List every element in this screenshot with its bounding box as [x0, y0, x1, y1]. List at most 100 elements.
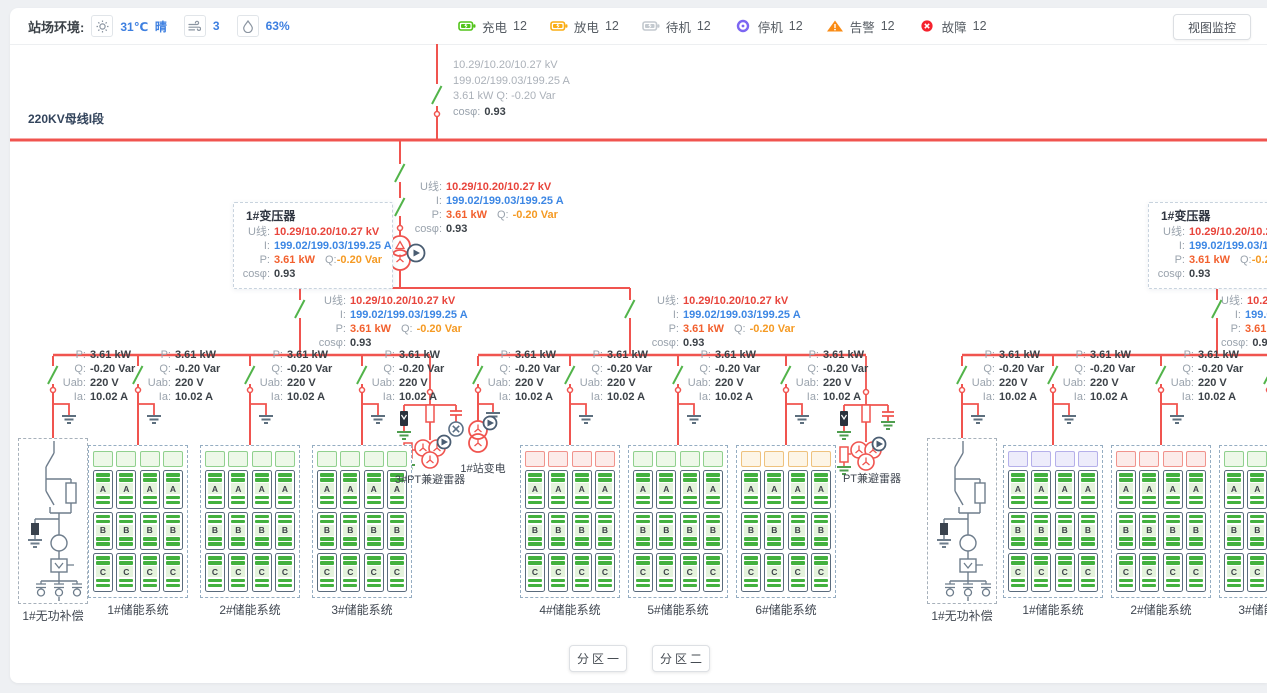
battery-module[interactable]: B: [252, 512, 272, 551]
storage-system[interactable]: ABCABCABCABC: [736, 445, 836, 598]
battery-module[interactable]: B: [811, 512, 831, 551]
battery-module[interactable]: C: [1116, 553, 1136, 592]
battery-module[interactable]: C: [317, 553, 337, 592]
battery-module[interactable]: A: [275, 470, 295, 509]
battery-module[interactable]: B: [1224, 512, 1244, 551]
battery-module[interactable]: B: [140, 512, 160, 551]
storage-system[interactable]: ABCABCABCABC: [628, 445, 728, 598]
battery-module[interactable]: C: [140, 553, 160, 592]
battery-module[interactable]: C: [811, 553, 831, 592]
battery-module[interactable]: C: [116, 553, 136, 592]
battery-module[interactable]: C: [93, 553, 113, 592]
battery-module[interactable]: C: [1031, 553, 1051, 592]
battery-module[interactable]: A: [1008, 470, 1028, 509]
reactive-compensation-box[interactable]: [18, 438, 88, 604]
view-monitor-button[interactable]: 视图监控: [1173, 14, 1251, 40]
zone-button-2[interactable]: 分区二: [652, 645, 710, 672]
battery-module[interactable]: B: [275, 512, 295, 551]
battery-module[interactable]: B: [1247, 512, 1267, 551]
battery-module[interactable]: A: [252, 470, 272, 509]
battery-module[interactable]: A: [228, 470, 248, 509]
battery-module[interactable]: C: [1247, 553, 1267, 592]
battery-module[interactable]: A: [93, 470, 113, 509]
battery-module[interactable]: B: [548, 512, 568, 551]
battery-module[interactable]: B: [163, 512, 183, 551]
battery-module[interactable]: A: [1139, 470, 1159, 509]
battery-module[interactable]: A: [656, 470, 676, 509]
battery-module[interactable]: B: [741, 512, 761, 551]
battery-module[interactable]: A: [548, 470, 568, 509]
battery-module[interactable]: A: [1224, 470, 1244, 509]
battery-module[interactable]: C: [275, 553, 295, 592]
battery-module[interactable]: B: [703, 512, 723, 551]
battery-module[interactable]: A: [205, 470, 225, 509]
battery-module[interactable]: B: [205, 512, 225, 551]
battery-module[interactable]: A: [163, 470, 183, 509]
battery-module[interactable]: B: [656, 512, 676, 551]
battery-module[interactable]: B: [1031, 512, 1051, 551]
zone-button-1[interactable]: 分区一: [569, 645, 627, 672]
battery-module[interactable]: C: [1008, 553, 1028, 592]
battery-module[interactable]: C: [228, 553, 248, 592]
battery-module[interactable]: C: [163, 553, 183, 592]
battery-module[interactable]: B: [764, 512, 784, 551]
battery-module[interactable]: C: [548, 553, 568, 592]
battery-module[interactable]: A: [680, 470, 700, 509]
battery-module[interactable]: C: [252, 553, 272, 592]
battery-module[interactable]: B: [317, 512, 337, 551]
battery-module[interactable]: A: [741, 470, 761, 509]
battery-module[interactable]: C: [1055, 553, 1075, 592]
battery-module[interactable]: B: [93, 512, 113, 551]
battery-module[interactable]: B: [633, 512, 653, 551]
battery-module[interactable]: C: [1163, 553, 1183, 592]
storage-system[interactable]: ABCABCABCABC: [200, 445, 300, 598]
battery-module[interactable]: C: [1224, 553, 1244, 592]
battery-module[interactable]: B: [228, 512, 248, 551]
battery-module[interactable]: B: [1163, 512, 1183, 551]
battery-module[interactable]: C: [741, 553, 761, 592]
battery-module[interactable]: A: [116, 470, 136, 509]
battery-module[interactable]: C: [387, 553, 407, 592]
battery-module[interactable]: A: [340, 470, 360, 509]
battery-module[interactable]: C: [364, 553, 384, 592]
battery-module[interactable]: C: [633, 553, 653, 592]
battery-module[interactable]: B: [595, 512, 615, 551]
battery-module[interactable]: C: [1186, 553, 1206, 592]
battery-module[interactable]: A: [1163, 470, 1183, 509]
battery-module[interactable]: A: [317, 470, 337, 509]
battery-module[interactable]: A: [572, 470, 592, 509]
battery-module[interactable]: A: [1055, 470, 1075, 509]
battery-module[interactable]: B: [1186, 512, 1206, 551]
battery-module[interactable]: A: [1247, 470, 1267, 509]
battery-module[interactable]: A: [140, 470, 160, 509]
battery-module[interactable]: C: [205, 553, 225, 592]
battery-module[interactable]: A: [1078, 470, 1098, 509]
storage-system[interactable]: ABCABCABCABC: [312, 445, 412, 598]
storage-system[interactable]: ABCABCABCABC: [88, 445, 188, 598]
battery-module[interactable]: B: [1078, 512, 1098, 551]
battery-module[interactable]: B: [116, 512, 136, 551]
battery-module[interactable]: B: [680, 512, 700, 551]
battery-module[interactable]: C: [595, 553, 615, 592]
battery-module[interactable]: C: [572, 553, 592, 592]
battery-module[interactable]: B: [572, 512, 592, 551]
storage-system[interactable]: ABCABCABCABC: [1219, 445, 1267, 598]
battery-module[interactable]: C: [340, 553, 360, 592]
battery-module[interactable]: B: [788, 512, 808, 551]
battery-module[interactable]: A: [595, 470, 615, 509]
battery-module[interactable]: B: [340, 512, 360, 551]
battery-module[interactable]: A: [1186, 470, 1206, 509]
battery-module[interactable]: B: [1139, 512, 1159, 551]
battery-module[interactable]: C: [703, 553, 723, 592]
battery-module[interactable]: C: [764, 553, 784, 592]
battery-module[interactable]: C: [656, 553, 676, 592]
battery-module[interactable]: A: [703, 470, 723, 509]
battery-module[interactable]: B: [1116, 512, 1136, 551]
battery-module[interactable]: C: [1139, 553, 1159, 592]
reactive-compensation-box[interactable]: [927, 438, 997, 604]
battery-module[interactable]: B: [387, 512, 407, 551]
battery-module[interactable]: B: [525, 512, 545, 551]
battery-module[interactable]: C: [1078, 553, 1098, 592]
battery-module[interactable]: A: [764, 470, 784, 509]
battery-module[interactable]: C: [788, 553, 808, 592]
